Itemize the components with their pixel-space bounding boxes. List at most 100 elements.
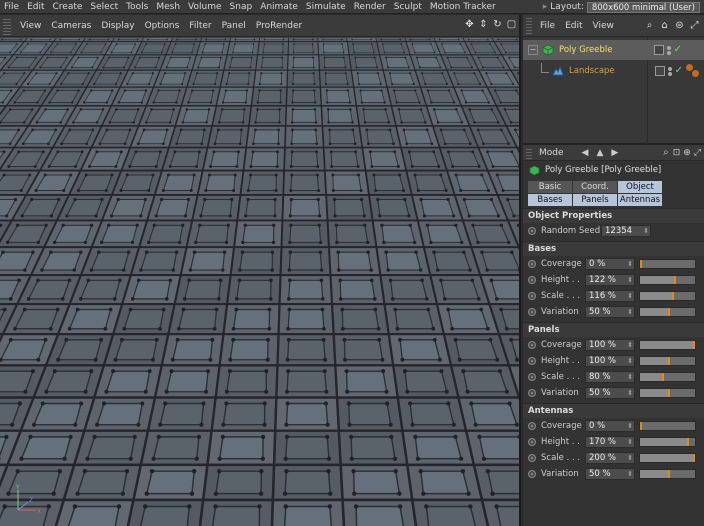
- tab-panels[interactable]: Panels: [573, 194, 617, 206]
- enabled-check-icon[interactable]: ✓: [674, 45, 682, 55]
- vp-menu-prorender[interactable]: ProRender: [251, 21, 307, 31]
- tab-bases[interactable]: Bases: [528, 194, 572, 206]
- enabled-check-icon[interactable]: ✓: [675, 66, 683, 76]
- animate-radio-icon[interactable]: [528, 276, 536, 284]
- slider-handle[interactable]: [662, 373, 664, 381]
- viewport-panel[interactable]: View Cameras Display Options Filter Pane…: [0, 15, 521, 526]
- param-slider[interactable]: [639, 307, 696, 317]
- filter-icon[interactable]: ⊜: [674, 20, 685, 31]
- slider-handle[interactable]: [667, 357, 670, 365]
- slider-handle[interactable]: [640, 422, 642, 430]
- expand-icon[interactable]: ⤢: [689, 20, 700, 31]
- param-slider[interactable]: [639, 469, 696, 479]
- layer-icon[interactable]: [654, 66, 665, 76]
- menu-snap[interactable]: Snap: [226, 2, 257, 12]
- om-menu-edit[interactable]: Edit: [560, 21, 587, 31]
- param-value-field[interactable]: 50 %: [585, 306, 635, 318]
- animate-radio-icon[interactable]: [528, 422, 536, 430]
- param-value-field[interactable]: 50 %: [585, 387, 635, 399]
- tab-coord[interactable]: Coord.: [573, 181, 617, 193]
- param-value-field[interactable]: 100 %: [585, 339, 635, 351]
- menu-render[interactable]: Render: [350, 2, 390, 12]
- menu-edit[interactable]: Edit: [23, 2, 48, 12]
- animate-radio-icon[interactable]: [528, 373, 536, 381]
- animate-radio-icon[interactable]: [528, 438, 536, 446]
- param-slider[interactable]: [639, 275, 696, 285]
- param-value-field[interactable]: 0 %: [585, 420, 635, 432]
- menu-volume[interactable]: Volume: [184, 2, 225, 12]
- param-slider[interactable]: [639, 259, 696, 269]
- tab-antennas[interactable]: Antennas: [618, 194, 662, 206]
- animate-radio-icon[interactable]: [528, 454, 536, 462]
- object-row-poly-greeble[interactable]: − Poly Greeble ✓: [523, 40, 704, 60]
- layer-icon[interactable]: [653, 45, 664, 55]
- param-value-field[interactable]: 80 %: [585, 371, 635, 383]
- vp-menu-view[interactable]: View: [15, 21, 46, 31]
- param-value-field[interactable]: 122 %: [585, 274, 635, 286]
- slider-handle[interactable]: [640, 260, 642, 268]
- viewport-scene[interactable]: [0, 38, 521, 526]
- menu-select[interactable]: Select: [86, 2, 122, 12]
- vp-menu-options[interactable]: Options: [140, 21, 185, 31]
- collapse-icon[interactable]: −: [528, 45, 538, 55]
- tab-basic[interactable]: Basic: [528, 181, 572, 193]
- param-value-field[interactable]: 200 %: [585, 452, 635, 464]
- dolly-icon[interactable]: ⇕: [478, 19, 489, 31]
- grip-icon[interactable]: [526, 17, 532, 34]
- param-slider[interactable]: [639, 340, 696, 350]
- vp-menu-panel[interactable]: Panel: [217, 21, 251, 31]
- menu-mesh[interactable]: Mesh: [152, 2, 184, 12]
- menu-tools[interactable]: Tools: [122, 2, 152, 12]
- param-slider[interactable]: [639, 421, 696, 431]
- object-name[interactable]: Landscape: [569, 66, 615, 76]
- lock-icon[interactable]: ⊡: [673, 148, 681, 158]
- visibility-dots-icon[interactable]: [666, 45, 671, 55]
- grip-icon[interactable]: [526, 146, 532, 159]
- vp-menu-filter[interactable]: Filter: [184, 21, 216, 31]
- target-icon[interactable]: ⊕: [683, 148, 691, 158]
- vp-menu-cameras[interactable]: Cameras: [46, 21, 96, 31]
- param-value-field[interactable]: 50 %: [585, 468, 635, 480]
- param-slider[interactable]: [639, 291, 696, 301]
- slider-handle[interactable]: [673, 276, 676, 284]
- maximize-icon[interactable]: ▢: [506, 19, 517, 31]
- animate-radio-icon[interactable]: [528, 292, 536, 300]
- param-slider[interactable]: [639, 437, 696, 447]
- animate-radio-icon[interactable]: [528, 308, 536, 316]
- material-tag-icon[interactable]: [686, 64, 700, 78]
- slider-handle[interactable]: [693, 454, 695, 462]
- am-menu-mode[interactable]: Mode: [535, 148, 568, 158]
- menu-simulate[interactable]: Simulate: [302, 2, 350, 12]
- forward-arrow-icon[interactable]: ▶: [611, 148, 618, 158]
- animate-radio-icon[interactable]: [528, 389, 536, 397]
- vp-menu-display[interactable]: Display: [96, 21, 139, 31]
- rotate-icon[interactable]: ↻: [492, 19, 503, 31]
- param-slider[interactable]: [639, 388, 696, 398]
- param-value-field[interactable]: 170 %: [585, 436, 635, 448]
- grip-icon[interactable]: [3, 16, 11, 35]
- up-arrow-icon[interactable]: ▲: [596, 148, 603, 158]
- layout-dropdown[interactable]: 800x600 minimal (User): [586, 1, 700, 13]
- om-menu-file[interactable]: File: [535, 21, 560, 31]
- search-icon[interactable]: ⌕: [644, 20, 655, 31]
- menu-sculpt[interactable]: Sculpt: [390, 2, 426, 12]
- visibility-dots-icon[interactable]: [667, 66, 672, 76]
- menu-create[interactable]: Create: [49, 2, 87, 12]
- random-seed-field[interactable]: 12354: [601, 225, 651, 237]
- param-value-field[interactable]: 100 %: [585, 355, 635, 367]
- back-arrow-icon[interactable]: ◀: [582, 148, 589, 158]
- home-icon[interactable]: ⌂: [659, 20, 670, 31]
- menu-motion-tracker[interactable]: Motion Tracker: [426, 2, 500, 12]
- animate-radio-icon[interactable]: [528, 470, 536, 478]
- param-value-field[interactable]: 0 %: [585, 258, 635, 270]
- param-slider[interactable]: [639, 356, 696, 366]
- slider-handle[interactable]: [667, 470, 670, 478]
- param-slider[interactable]: [639, 453, 696, 463]
- animate-radio-icon[interactable]: [528, 260, 536, 268]
- param-value-field[interactable]: 116 %: [585, 290, 635, 302]
- slider-handle[interactable]: [686, 438, 689, 446]
- search-icon[interactable]: ⌕: [663, 147, 669, 158]
- om-menu-view[interactable]: View: [588, 21, 619, 31]
- move-icon[interactable]: ✥: [464, 19, 475, 31]
- animate-radio-icon[interactable]: [528, 341, 536, 349]
